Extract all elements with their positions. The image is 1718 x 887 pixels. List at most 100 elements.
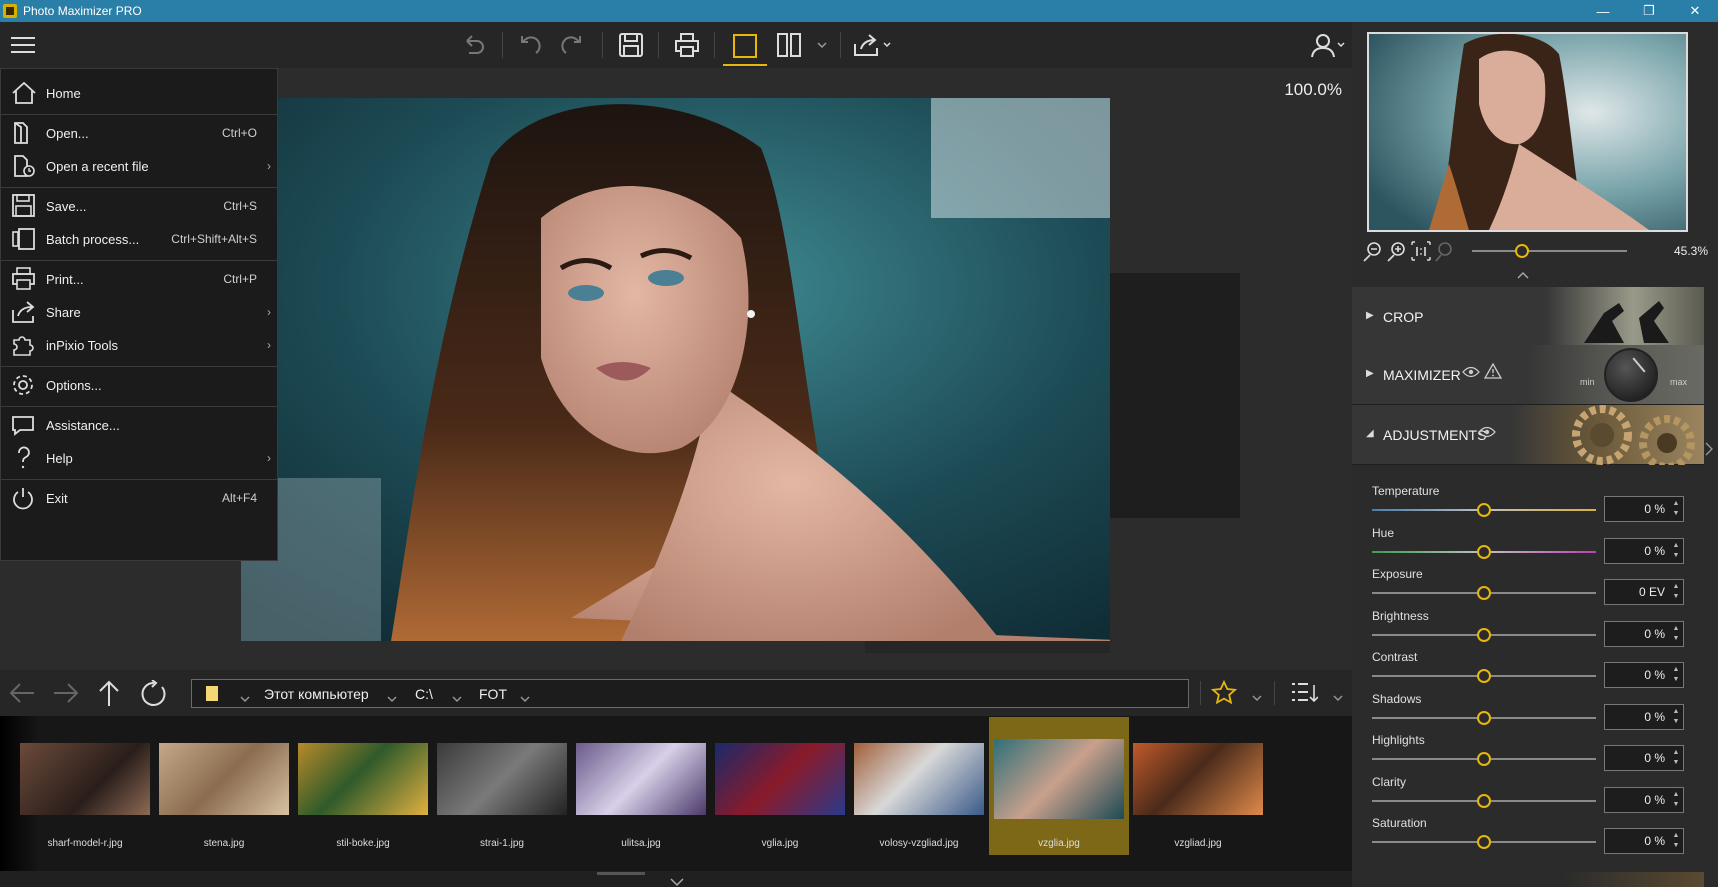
thumbnail-image[interactable] <box>20 743 150 815</box>
menu-item-home[interactable]: Home <box>1 77 277 109</box>
refresh-icon[interactable] <box>140 679 168 713</box>
chevron-down-icon[interactable] <box>520 690 530 708</box>
path-segment[interactable]: FOT <box>479 686 507 702</box>
menu-item-assistance[interactable]: Assistance... <box>1 409 277 441</box>
share-icon <box>12 301 35 323</box>
spinner-arrows-icon[interactable]: ▲ ▼ <box>1671 748 1681 768</box>
adjustment-value-field[interactable]: 0 % ▲ ▼ <box>1604 786 1684 813</box>
menu-item-inpixio-tools[interactable]: inPixio Tools › <box>1 329 277 361</box>
undo-all-icon[interactable] <box>458 28 490 62</box>
adjustment-label: Clarity <box>1372 774 1407 789</box>
chevron-down-icon[interactable] <box>387 690 397 708</box>
menu-item-batch[interactable]: Batch process... Ctrl+Shift+Alt+S <box>1 223 277 255</box>
visibility-eye-icon[interactable] <box>1462 365 1480 379</box>
close-button[interactable]: ✕ <box>1672 0 1718 22</box>
slider-knob[interactable] <box>1477 586 1491 600</box>
slider-knob[interactable] <box>1477 710 1491 725</box>
slider-knob[interactable] <box>1477 627 1491 642</box>
thumbnail-image[interactable] <box>298 743 428 815</box>
thumbnail-image[interactable] <box>159 743 289 815</box>
minimize-button[interactable]: — <box>1580 0 1626 22</box>
menu-item-exit[interactable]: Exit Alt+F4 <box>1 482 277 514</box>
spinner-arrows-icon[interactable]: ▲ ▼ <box>1671 831 1681 851</box>
undo-icon[interactable] <box>513 28 545 62</box>
up-arrow-icon[interactable] <box>96 679 122 712</box>
slider-knob[interactable] <box>1477 669 1491 683</box>
chevron-down-icon[interactable] <box>452 690 462 708</box>
thumbnail-label: strai-1.jpg <box>480 838 524 849</box>
adjustments-section-header[interactable]: ◢ ADJUSTMENTS <box>1352 405 1704 465</box>
user-account-icon[interactable] <box>1308 28 1348 62</box>
thumbnail-image[interactable] <box>1133 743 1263 815</box>
view-dropdown-icon[interactable] <box>812 28 832 62</box>
spinner-arrows-icon[interactable]: ▲ ▼ <box>1671 665 1681 685</box>
path-segment[interactable]: Этот компьютер <box>264 686 369 702</box>
save-icon[interactable] <box>614 28 648 62</box>
slider-knob[interactable] <box>1477 793 1491 808</box>
chevron-down-icon[interactable] <box>1333 689 1343 707</box>
thumbnail-image[interactable] <box>715 743 845 815</box>
slider-knob[interactable] <box>1477 835 1491 849</box>
hamburger-menu-icon[interactable] <box>8 28 38 62</box>
main-photo[interactable] <box>241 98 1110 641</box>
adjustment-value-field[interactable]: 0 % ▲ ▼ <box>1604 496 1684 522</box>
slider-knob[interactable] <box>1477 503 1491 517</box>
spinner-arrows-icon[interactable]: ▲ ▼ <box>1671 624 1681 644</box>
adjustment-value-field[interactable]: 0 % ▲ ▼ <box>1604 662 1684 688</box>
zoom-in-icon[interactable] <box>1386 240 1408 267</box>
menu-item-options[interactable]: Options... <box>1 369 277 401</box>
back-arrow-icon[interactable] <box>8 680 36 711</box>
navigator-preview[interactable] <box>1367 32 1688 232</box>
chevron-down-icon[interactable] <box>1252 689 1262 707</box>
single-view-icon[interactable] <box>723 28 767 66</box>
menu-item-open[interactable]: Open... Ctrl+O <box>1 117 277 149</box>
share-icon[interactable] <box>852 28 894 62</box>
file-navigator: Этот компьютер C:\ FOT <box>0 670 1352 716</box>
thumbnail-image[interactable] <box>854 743 984 815</box>
path-bar[interactable]: Этот компьютер C:\ FOT <box>191 679 1189 708</box>
crop-section-header[interactable]: ▶ CROP <box>1352 287 1704 347</box>
adjustment-value-field[interactable]: 0 % ▲ ▼ <box>1604 537 1684 564</box>
menu-item-open-recent[interactable]: Open a recent file › <box>1 150 277 182</box>
maximizer-dial[interactable] <box>1604 348 1658 402</box>
menu-item-share[interactable]: Share › <box>1 296 277 328</box>
menu-item-help[interactable]: Help › <box>1 442 277 474</box>
zoom-out-icon[interactable] <box>1362 240 1384 267</box>
chevron-down-icon[interactable] <box>240 690 250 708</box>
sort-list-icon[interactable] <box>1290 681 1319 710</box>
preview-zoom-percent: 45.3% <box>1673 244 1708 258</box>
print-icon[interactable] <box>670 28 704 62</box>
thumbnail-image[interactable] <box>576 743 706 815</box>
maximizer-section-header[interactable]: ▶ MAXIMIZER min max <box>1352 345 1704 405</box>
spinner-arrows-icon[interactable]: ▲ ▼ <box>1671 499 1681 519</box>
path-segment[interactable]: C:\ <box>415 686 433 702</box>
spinner-arrows-icon[interactable]: ▲ ▼ <box>1671 790 1681 810</box>
adjustment-value-field[interactable]: 0 EV ▲ ▼ <box>1604 579 1684 605</box>
thumbnail-image-selected[interactable] <box>994 739 1124 819</box>
chevron-up-icon[interactable] <box>1517 266 1529 284</box>
menu-item-save[interactable]: Save... Ctrl+S <box>1 190 277 222</box>
visibility-eye-icon[interactable] <box>1478 425 1496 439</box>
fit-screen-icon[interactable] <box>1434 240 1456 267</box>
forward-arrow-icon[interactable] <box>52 680 80 711</box>
maximize-button[interactable]: ❐ <box>1626 0 1672 22</box>
adjustment-value-field[interactable]: 0 % ▲ ▼ <box>1604 703 1684 730</box>
preview-zoom-slider[interactable] <box>1472 244 1627 258</box>
redo-icon[interactable] <box>557 28 589 62</box>
adjustment-value-field[interactable]: 0 % ▲ ▼ <box>1604 745 1684 771</box>
chevron-down-icon[interactable] <box>670 874 684 887</box>
slider-knob[interactable] <box>1477 544 1491 559</box>
star-favorite-icon[interactable] <box>1210 679 1238 711</box>
actual-size-icon[interactable] <box>1410 240 1432 267</box>
split-view-icon[interactable] <box>774 28 804 62</box>
slider-knob[interactable] <box>1477 752 1491 766</box>
adjustment-value-field[interactable]: 0 % ▲ ▼ <box>1604 828 1684 854</box>
chevron-right-icon[interactable] <box>1705 442 1713 461</box>
spinner-arrows-icon[interactable]: ▲ ▼ <box>1671 582 1681 602</box>
thumbnail-image[interactable] <box>437 743 567 815</box>
adjustment-value-field[interactable]: 0 % ▲ ▼ <box>1604 620 1684 647</box>
spinner-arrows-icon[interactable]: ▲ ▼ <box>1671 707 1681 727</box>
slider-knob[interactable] <box>1514 244 1529 258</box>
spinner-arrows-icon[interactable]: ▲ ▼ <box>1671 541 1681 561</box>
menu-item-print[interactable]: Print... Ctrl+P <box>1 263 277 295</box>
